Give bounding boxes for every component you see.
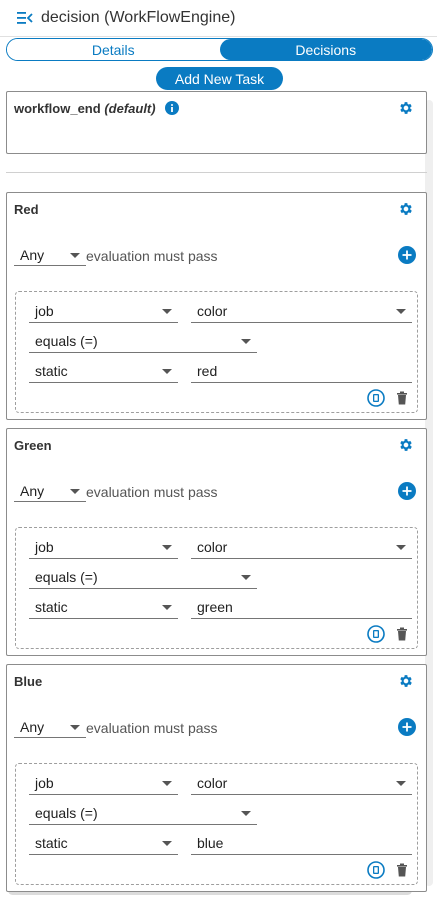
gear-icon[interactable] [398, 437, 414, 453]
decision-card-blue: Blue Any evaluation must pass job color … [6, 664, 427, 892]
chevron-down-icon [70, 252, 80, 258]
gear-icon[interactable] [398, 100, 414, 116]
chevron-down-icon [162, 604, 172, 610]
field-value: color [197, 538, 228, 555]
section-divider [6, 172, 427, 173]
operator-value: equals (=) [35, 332, 98, 349]
panel-title: decision (WorkFlowEngine) [41, 9, 236, 26]
match-mode-value: Any [20, 718, 45, 735]
condition-group: job color equals (=) static blue [15, 763, 418, 885]
collapse-menu-icon[interactable] [17, 11, 33, 25]
operator-value: equals (=) [35, 804, 98, 821]
field-value: color [197, 302, 228, 319]
add-condition-icon[interactable] [398, 482, 416, 500]
default-task-name: workflow_end [14, 101, 101, 116]
operator-value: equals (=) [35, 568, 98, 585]
match-mode-value: Any [20, 246, 45, 263]
value-type-value: static [35, 362, 68, 379]
decision-name: Blue [14, 674, 43, 689]
add-new-task-button[interactable]: Add New Task [156, 67, 283, 90]
match-mode-value: Any [20, 482, 45, 499]
field-value: color [197, 774, 228, 791]
operator-select[interactable]: equals (=) [29, 329, 257, 353]
chevron-down-icon [396, 308, 406, 314]
chevron-down-icon [162, 544, 172, 550]
source-select[interactable]: job [29, 299, 178, 323]
evaluation-text: evaluation must pass [86, 720, 218, 736]
value-type-value: static [35, 834, 68, 851]
chevron-down-icon [162, 840, 172, 846]
copy-condition-icon[interactable] [367, 625, 385, 643]
condition-group: job color equals (=) static red [15, 291, 418, 413]
value-type-value: static [35, 598, 68, 615]
match-mode-select[interactable]: Any [14, 716, 86, 738]
field-select[interactable]: color [191, 771, 412, 795]
tab-details[interactable]: Details [7, 39, 220, 60]
chevron-down-icon [241, 338, 251, 344]
match-mode-select[interactable]: Any [14, 480, 86, 502]
value-input[interactable]: green [191, 595, 412, 619]
default-task-card: workflow_end (default) [6, 91, 427, 154]
decision-name: Red [14, 202, 39, 217]
delete-condition-icon[interactable] [396, 391, 408, 405]
gear-icon[interactable] [398, 673, 414, 689]
value-type-select[interactable]: static [29, 831, 178, 855]
evaluation-text: evaluation must pass [86, 248, 218, 264]
operator-select[interactable]: equals (=) [29, 801, 257, 825]
field-select[interactable]: color [191, 299, 412, 323]
chevron-down-icon [70, 488, 80, 494]
source-value: job [35, 538, 54, 555]
tab-bar: Details Decisions [6, 38, 433, 61]
add-condition-icon[interactable] [398, 246, 416, 264]
chevron-down-icon [241, 810, 251, 816]
value-input[interactable]: red [191, 359, 412, 383]
default-label: (default) [104, 101, 156, 116]
field-select[interactable]: color [191, 535, 412, 559]
decision-card-red: Red Any evaluation must pass job color e… [6, 192, 427, 420]
chevron-down-icon [162, 780, 172, 786]
default-task-title: workflow_end (default) [14, 101, 180, 116]
source-value: job [35, 774, 54, 791]
decision-name: Green [14, 438, 52, 453]
delete-condition-icon[interactable] [396, 863, 408, 877]
condition-group: job color equals (=) static green [15, 527, 418, 649]
source-value: job [35, 302, 54, 319]
evaluation-text: evaluation must pass [86, 484, 218, 500]
chevron-down-icon [241, 574, 251, 580]
chevron-down-icon [396, 780, 406, 786]
gear-icon[interactable] [398, 201, 414, 217]
value-type-select[interactable]: static [29, 595, 178, 619]
decision-card-green: Green Any evaluation must pass job color… [6, 428, 427, 656]
operator-select[interactable]: equals (=) [29, 565, 257, 589]
chevron-down-icon [162, 308, 172, 314]
chevron-down-icon [396, 544, 406, 550]
info-icon[interactable] [165, 101, 180, 115]
copy-condition-icon[interactable] [367, 389, 385, 407]
source-select[interactable]: job [29, 535, 178, 559]
copy-condition-icon[interactable] [367, 861, 385, 879]
delete-condition-icon[interactable] [396, 627, 408, 641]
match-mode-select[interactable]: Any [14, 244, 86, 266]
value-type-select[interactable]: static [29, 359, 178, 383]
source-select[interactable]: job [29, 771, 178, 795]
chevron-down-icon [70, 724, 80, 730]
value-input[interactable]: blue [191, 831, 412, 855]
add-condition-icon[interactable] [398, 718, 416, 736]
panel-header: decision (WorkFlowEngine) [0, 0, 437, 37]
chevron-down-icon [162, 368, 172, 374]
tab-decisions[interactable]: Decisions [219, 39, 432, 60]
